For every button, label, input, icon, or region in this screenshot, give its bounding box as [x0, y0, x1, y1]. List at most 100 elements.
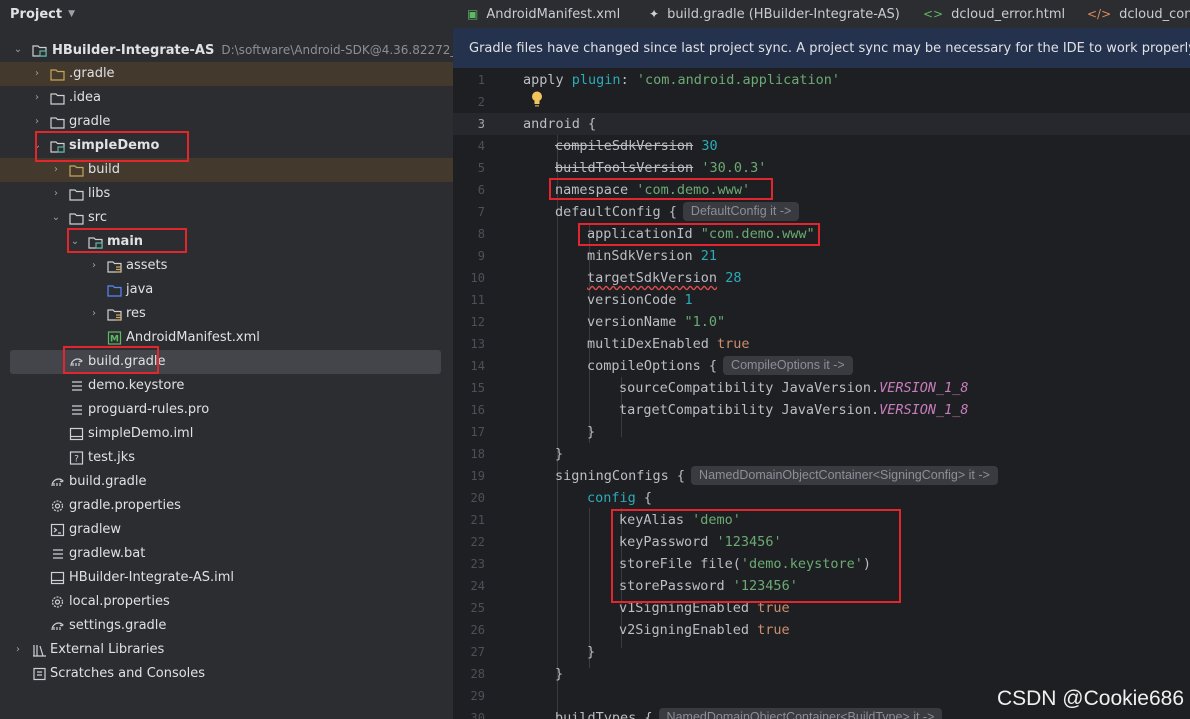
- chevron-right-icon[interactable]: ›: [12, 638, 24, 662]
- tree-item-gradlew[interactable]: gradlew: [0, 518, 453, 542]
- gradle-icon: [50, 619, 65, 633]
- resources-folder-icon: [107, 259, 122, 273]
- chevron-down-icon[interactable]: ⌄: [12, 38, 24, 62]
- tree-item-hbuilder-iml[interactable]: HBuilder-Integrate-AS.iml: [0, 566, 453, 590]
- tree-item-project-root[interactable]: ⌄ HBuilder-Integrate-AS D:\software\Andro…: [0, 38, 453, 62]
- line-number: 2: [477, 95, 485, 109]
- text-file-icon: [69, 379, 84, 393]
- project-panel-header[interactable]: Project ▼: [0, 0, 453, 28]
- tab-label: dcloud_contro: [1119, 6, 1190, 22]
- tree-item-libs[interactable]: › libs: [0, 182, 453, 206]
- tree-item-label: proguard-rules.pro: [88, 402, 210, 417]
- chevron-right-icon[interactable]: ›: [31, 86, 43, 110]
- tree-item-dot-gradle[interactable]: › .gradle: [0, 62, 453, 86]
- tree-item-label: res: [126, 306, 146, 321]
- tree-item-simpledemo[interactable]: ⌄ simpleDemo: [0, 134, 453, 158]
- folder-icon: [69, 187, 84, 201]
- code-editor[interactable]: 1 2 3 4 5 6 7 8 9 10 11 12 13 14 15 16 1…: [453, 68, 1190, 719]
- banner-text: Gradle files have changed since last pro…: [469, 40, 1190, 56]
- text-file-icon: [69, 403, 84, 417]
- chevron-right-icon[interactable]: ›: [50, 182, 62, 206]
- chevron-right-icon[interactable]: ›: [88, 254, 100, 278]
- svg-text:?: ?: [74, 455, 79, 465]
- tree-item-demo-keystore[interactable]: demo.keystore: [0, 374, 453, 398]
- tree-item-label: .gradle: [69, 66, 115, 81]
- tab-label: build.gradle (HBuilder-Integrate-AS): [667, 6, 900, 22]
- resources-folder-icon: [107, 307, 122, 321]
- chevron-right-icon[interactable]: ›: [31, 62, 43, 86]
- shell-script-icon: [50, 523, 65, 537]
- module-folder-icon: [50, 139, 65, 153]
- code-line: v2SigningEnabled true: [619, 622, 790, 638]
- tree-item-label: build.gradle: [69, 474, 147, 489]
- tree-item-gradle-properties[interactable]: gradle.properties: [0, 494, 453, 518]
- tree-item-build[interactable]: › build: [0, 158, 453, 182]
- code-line: compileOptions {CompileOptions it ->: [453, 355, 1190, 377]
- tree-item-root-build-gradle[interactable]: build.gradle: [0, 470, 453, 494]
- code-line: defaultConfig {DefaultConfig it ->: [453, 201, 1190, 223]
- tree-item-dot-idea[interactable]: › .idea: [0, 86, 453, 110]
- tree-item-module-build-gradle[interactable]: build.gradle: [10, 350, 441, 374]
- folder-icon: [50, 91, 65, 105]
- tree-item-gradle-folder[interactable]: › gradle: [0, 110, 453, 134]
- settings-gear-icon: [50, 595, 65, 609]
- tree-item-label: settings.gradle: [69, 618, 167, 633]
- code-line: config {: [587, 490, 653, 506]
- tree-item-main[interactable]: ⌄ main: [0, 230, 453, 254]
- tree-item-label: gradlew: [69, 522, 122, 537]
- chevron-down-icon[interactable]: ▼: [68, 9, 75, 19]
- code-line: multiDexEnabled true: [587, 336, 750, 352]
- manifest-file-icon: M: [107, 331, 122, 345]
- tab-dcloud-error[interactable]: <> dcloud_error.html: [923, 0, 1065, 28]
- tree-item-android-manifest[interactable]: M AndroidManifest.xml: [0, 326, 453, 350]
- chevron-right-icon[interactable]: ›: [88, 302, 100, 326]
- code-line: minSdkVersion 21: [587, 248, 718, 264]
- tree-item-label: src: [88, 210, 107, 225]
- scratches-icon: [32, 667, 47, 681]
- tree-item-test-jks[interactable]: ? test.jks: [0, 446, 453, 470]
- tree-item-proguard-rules[interactable]: proguard-rules.pro: [0, 398, 453, 422]
- code-line: }: [587, 424, 596, 440]
- code-line: namespace 'com.demo.www': [555, 182, 751, 198]
- tree-item-local-properties[interactable]: local.properties: [0, 590, 453, 614]
- tab-android-manifest[interactable]: ▣ AndroidManifest.xml: [467, 0, 620, 28]
- chevron-down-icon[interactable]: ⌄: [50, 206, 62, 230]
- tree-item-label: gradle: [69, 114, 111, 129]
- inlay-hint: NamedDomainObjectContainer<BuildType> it…: [658, 708, 943, 719]
- android-manifest-icon: ▣: [467, 7, 479, 21]
- code-line: apply plugin: 'com.android.application': [523, 72, 841, 88]
- chevron-down-icon[interactable]: ⌄: [69, 230, 81, 254]
- tree-item-label: assets: [126, 258, 168, 273]
- tree-item-label: simpleDemo.iml: [88, 426, 194, 441]
- tree-item-src[interactable]: ⌄ src: [0, 206, 453, 230]
- chevron-right-icon[interactable]: ›: [50, 158, 62, 182]
- gradle-icon: [50, 475, 65, 489]
- code-line: }: [587, 644, 596, 660]
- code-line: versionCode 1: [587, 292, 693, 308]
- tree-item-assets[interactable]: › assets: [0, 254, 453, 278]
- lightbulb-icon[interactable]: [530, 90, 544, 108]
- folder-icon: [69, 163, 84, 177]
- tree-item-label: demo.keystore: [88, 378, 185, 393]
- tree-item-gradlew-bat[interactable]: gradlew.bat: [0, 542, 453, 566]
- tab-build-gradle-project[interactable]: ✦ build.gradle (HBuilder-Integrate-AS): [649, 0, 900, 28]
- module-folder-icon: [32, 43, 47, 57]
- iml-file-icon: [50, 571, 65, 585]
- editor-tab-bar: ▣ AndroidManifest.xml ✦ build.gradle (HB…: [453, 0, 1190, 28]
- tree-item-java[interactable]: java: [0, 278, 453, 302]
- tree-item-label: AndroidManifest.xml: [126, 330, 260, 345]
- tab-dcloud-control[interactable]: </> dcloud_contro: [1087, 0, 1190, 28]
- tree-item-res[interactable]: › res: [0, 302, 453, 326]
- tab-label: dcloud_error.html: [951, 6, 1066, 22]
- tree-item-scratches[interactable]: Scratches and Consoles: [0, 662, 453, 686]
- tree-item-external-libraries[interactable]: › External Libraries: [0, 638, 453, 662]
- tree-item-simpledemo-iml[interactable]: simpleDemo.iml: [0, 422, 453, 446]
- iml-file-icon: [69, 427, 84, 441]
- chevron-down-icon[interactable]: ⌄: [31, 134, 43, 158]
- html-icon: </>: [1087, 7, 1112, 21]
- folder-icon: [69, 211, 84, 225]
- chevron-right-icon[interactable]: ›: [31, 110, 43, 134]
- inlay-hint: NamedDomainObjectContainer<SigningConfig…: [691, 466, 998, 485]
- tree-item-settings-gradle[interactable]: settings.gradle: [0, 614, 453, 638]
- tree-item-label: gradlew.bat: [69, 546, 146, 561]
